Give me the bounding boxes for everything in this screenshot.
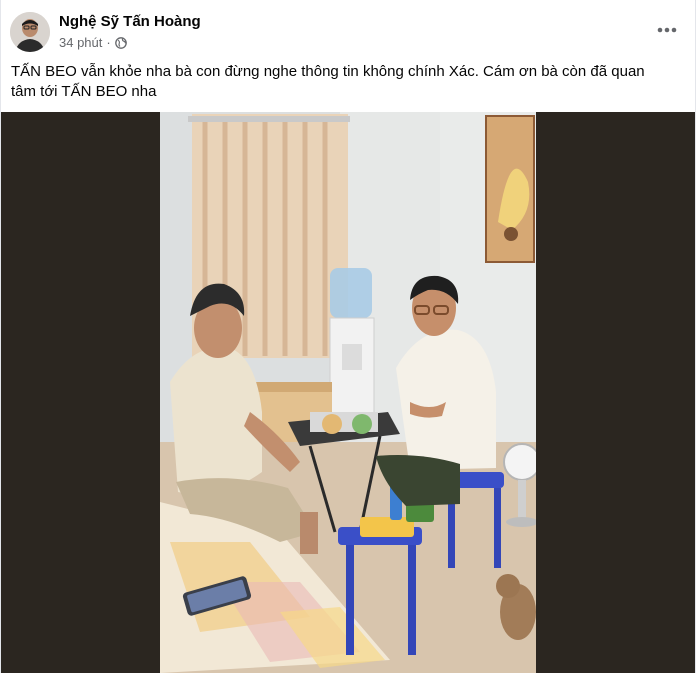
post-photo[interactable] [160, 112, 536, 673]
author-name[interactable]: Nghệ Sỹ Tấn Hoàng [59, 13, 201, 30]
author-avatar[interactable] [10, 12, 50, 52]
meta-separator: · [106, 35, 111, 50]
more-options-icon [657, 27, 677, 33]
avatar-image [10, 12, 50, 52]
photo-image [160, 112, 536, 673]
facebook-post: Nghệ Sỹ Tấn Hoàng 34 phút · TẤN BEO vẫn … [0, 0, 696, 673]
post-meta: 34 phút · [59, 35, 127, 50]
post-media[interactable] [1, 112, 695, 673]
post-text: TẤN BEO vẫn khỏe nha bà con đừng nghe th… [11, 63, 645, 100]
post-header: Nghệ Sỹ Tấn Hoàng 34 phút · [1, 0, 695, 56]
post-timestamp[interactable]: 34 phút [59, 35, 102, 50]
globe-icon[interactable] [114, 36, 127, 49]
more-options-button[interactable] [651, 18, 683, 42]
